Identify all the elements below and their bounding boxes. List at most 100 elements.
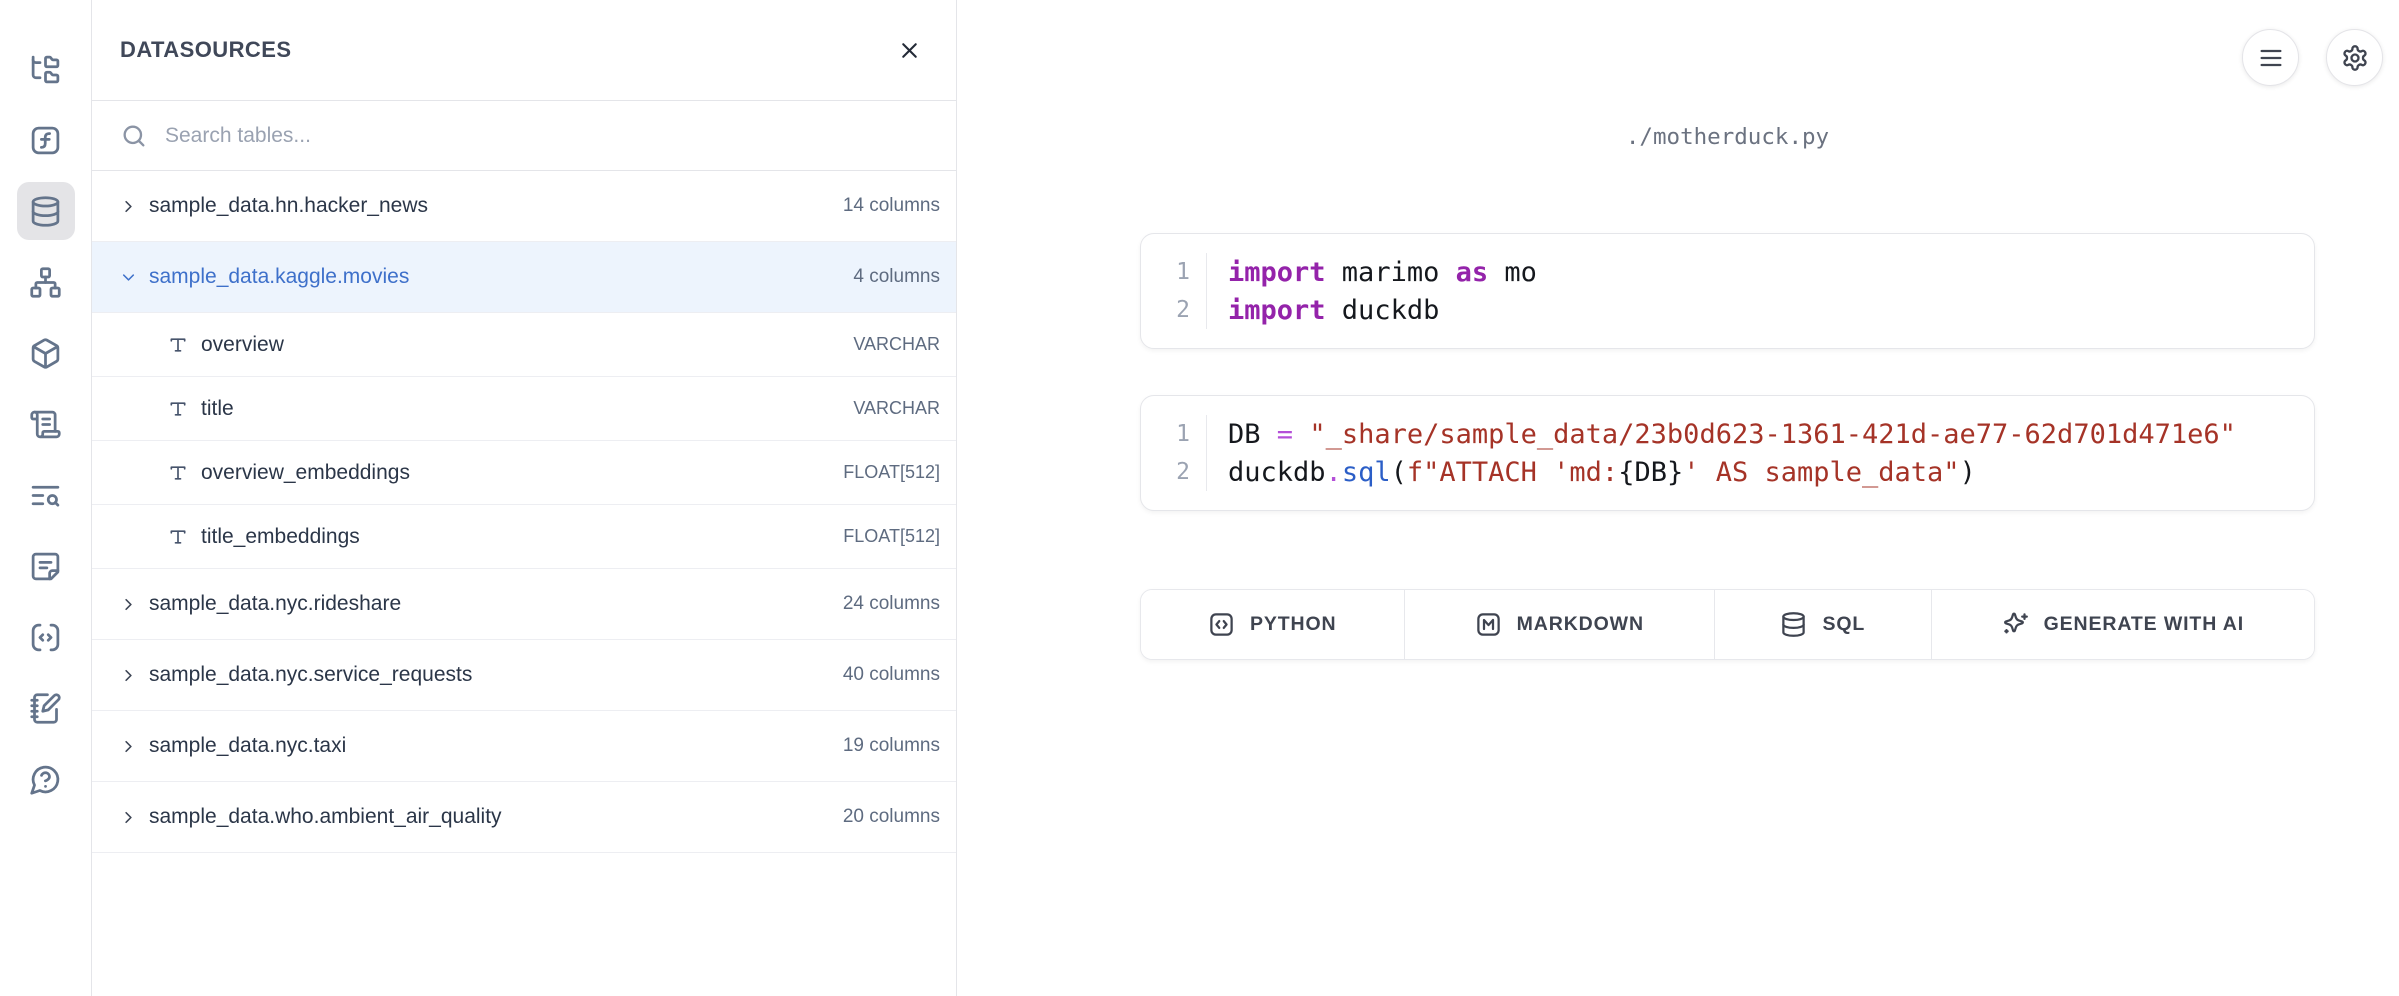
- line-number: 1: [1141, 253, 1207, 291]
- add-cell-row: PYTHON MARKDOWN SQL GENERATE WITH AI: [1140, 589, 2315, 660]
- code-cell[interactable]: 1DB = "_share/sample_data/23b0d623-1361-…: [1140, 395, 2315, 511]
- add-cell-python-button[interactable]: PYTHON: [1141, 590, 1404, 659]
- panel-header: DATASOURCES: [92, 0, 956, 101]
- database-icon: [29, 195, 62, 228]
- table-row[interactable]: sample_data.nyc.rideshare 24 columns: [92, 569, 956, 640]
- code-cell[interactable]: 1import marimo as mo2import duckdb: [1140, 233, 2315, 349]
- sticky-note-icon: [29, 550, 62, 583]
- code-line: 1import marimo as mo: [1141, 253, 2314, 291]
- sidebar-item-logs[interactable]: [17, 466, 75, 524]
- column-type: FLOAT[512]: [843, 526, 940, 547]
- code-text: duckdb.sql(f"ATTACH 'md:{DB}' AS sample_…: [1207, 453, 1976, 491]
- table-name: sample_data.nyc.rideshare: [149, 592, 401, 616]
- chevron-right-icon: [119, 666, 138, 685]
- add-cell-label: PYTHON: [1250, 613, 1337, 636]
- table-column-count: 19 columns: [843, 735, 940, 757]
- sidebar-item-scratchpad[interactable]: [17, 679, 75, 737]
- gear-icon: [2341, 44, 2369, 72]
- markdown-square-icon: [1475, 611, 1502, 638]
- add-cell-markdown-button[interactable]: MARKDOWN: [1404, 590, 1714, 659]
- notebook-menu-button[interactable]: [2242, 29, 2299, 86]
- add-cell-generate-with-ai-button[interactable]: GENERATE WITH AI: [1931, 590, 2314, 659]
- settings-button[interactable]: [2326, 29, 2383, 86]
- sidebar-item-snippets[interactable]: [17, 608, 75, 666]
- table-column-count: 14 columns: [843, 195, 940, 217]
- sidebar-item-documentation[interactable]: [17, 537, 75, 595]
- tables-list: sample_data.hn.hacker_news14 columnssamp…: [92, 171, 956, 853]
- datasources-panel: DATASOURCES sample_data.hn.hacker_news 14…: [92, 0, 957, 996]
- table-column-count: 20 columns: [843, 806, 940, 828]
- sidebar-item-outline[interactable]: [17, 395, 75, 453]
- add-cell-label: GENERATE WITH AI: [2044, 613, 2244, 636]
- chat-question-icon: [29, 763, 62, 796]
- code-line: 1DB = "_share/sample_data/23b0d623-1361-…: [1141, 415, 2314, 453]
- table-column-count: 4 columns: [853, 266, 940, 288]
- search-tables-input[interactable]: [165, 124, 928, 148]
- table-column-count: 24 columns: [843, 593, 940, 615]
- sidebar-item-dependencies[interactable]: [17, 253, 75, 311]
- table-name: sample_data.nyc.taxi: [149, 734, 346, 758]
- sidebar-item-help[interactable]: [17, 750, 75, 808]
- notebook-filename[interactable]: ./motherduck.py: [1140, 124, 2315, 150]
- text-type-icon: [168, 463, 188, 483]
- text-type-icon: [168, 527, 188, 547]
- sparkles-icon: [2002, 611, 2029, 638]
- line-number: 1: [1141, 415, 1207, 453]
- close-panel-button[interactable]: [892, 33, 926, 67]
- notebook-area: ./motherduck.py 1import marimo as mo2imp…: [957, 0, 2399, 996]
- add-cell-sql-button[interactable]: SQL: [1714, 590, 1931, 659]
- column-name: title: [201, 397, 234, 421]
- function-square-icon: [29, 124, 62, 157]
- table-name: sample_data.kaggle.movies: [149, 265, 409, 289]
- column-name: title_embeddings: [201, 525, 360, 549]
- sidebar-item-files[interactable]: [17, 40, 75, 98]
- table-row[interactable]: sample_data.hn.hacker_news 14 columns: [92, 171, 956, 242]
- table-row[interactable]: sample_data.nyc.service_requests40 colum…: [92, 640, 956, 711]
- chevron-right-icon: [119, 197, 138, 216]
- chevron-down-icon: [119, 268, 138, 287]
- table-column-count: 40 columns: [843, 664, 940, 686]
- column-name: overview_embeddings: [201, 461, 410, 485]
- sidebar-item-packages[interactable]: [17, 324, 75, 382]
- top-actions: [2242, 29, 2383, 86]
- table-row[interactable]: sample_data.nyc.taxi 19 columns: [92, 711, 956, 782]
- table-name: sample_data.hn.hacker_news: [149, 194, 428, 218]
- code-line: 2import duckdb: [1141, 291, 2314, 329]
- table-name: sample_data.who.ambient_air_quality: [149, 805, 502, 829]
- column-type: VARCHAR: [853, 334, 940, 355]
- add-cell-label: SQL: [1822, 613, 1865, 636]
- column-type: VARCHAR: [853, 398, 940, 419]
- code-line: 2duckdb.sql(f"ATTACH 'md:{DB}' AS sample…: [1141, 453, 2314, 491]
- close-icon: [897, 38, 922, 63]
- chevron-right-icon: [119, 595, 138, 614]
- code-text: DB = "_share/sample_data/23b0d623-1361-4…: [1207, 415, 2236, 453]
- column-row[interactable]: overview_embeddings FLOAT[512]: [92, 441, 956, 505]
- column-name: overview: [201, 333, 284, 357]
- search-icon: [120, 122, 148, 150]
- chevron-right-icon: [119, 808, 138, 827]
- table-row[interactable]: sample_data.who.ambient_air_quality 20 co…: [92, 782, 956, 853]
- package-icon: [29, 337, 62, 370]
- sidebar-item-variables[interactable]: [17, 111, 75, 169]
- line-number: 2: [1141, 291, 1207, 329]
- scroll-text-icon: [29, 408, 62, 441]
- code-brackets-icon: [29, 621, 62, 654]
- code-text: import duckdb: [1207, 291, 1439, 329]
- sidebar-rail: [0, 0, 92, 996]
- chevron-right-icon: [119, 737, 138, 756]
- search-row: [92, 101, 956, 171]
- database-icon: [1780, 611, 1807, 638]
- sidebar-item-datasources[interactable]: [17, 182, 75, 240]
- column-row[interactable]: title VARCHAR: [92, 377, 956, 441]
- code-text: import marimo as mo: [1207, 253, 1537, 291]
- menu-icon: [2257, 44, 2285, 72]
- text-search-icon: [29, 479, 62, 512]
- column-type: FLOAT[512]: [843, 462, 940, 483]
- table-row[interactable]: sample_data.kaggle.movies 4 columns: [92, 242, 956, 313]
- add-cell-label: MARKDOWN: [1517, 613, 1644, 636]
- column-row[interactable]: title_embeddings FLOAT[512]: [92, 505, 956, 569]
- notebook-pen-icon: [29, 692, 62, 725]
- network-icon: [29, 266, 62, 299]
- column-row[interactable]: overview VARCHAR: [92, 313, 956, 377]
- text-type-icon: [168, 335, 188, 355]
